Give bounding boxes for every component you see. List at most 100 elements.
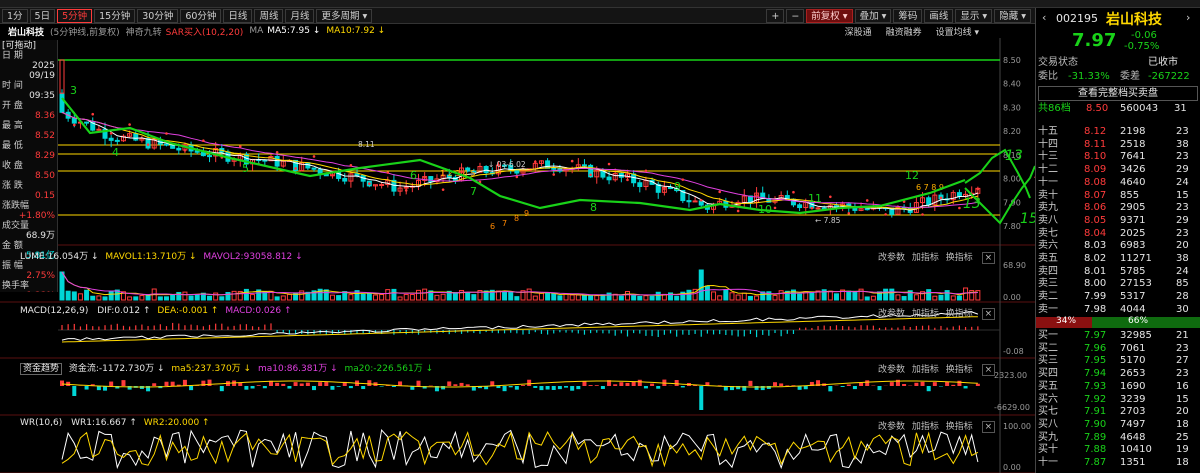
draw-line-button[interactable]: 画线 — [924, 9, 954, 23]
close-icon[interactable]: × — [981, 421, 996, 433]
buy-order-row[interactable]: 买十 7.88 10410 19 — [1036, 444, 1200, 457]
edit-params-button[interactable]: 改参数 — [878, 309, 905, 319]
sar-dot — [109, 132, 113, 135]
sell-order-row[interactable]: 卖十 8.07 855 15 — [1036, 190, 1200, 203]
switch-indicator-button[interactable]: 换指标 — [946, 365, 973, 375]
volume-bar — [385, 289, 391, 301]
order-label: 卖十 — [1038, 189, 1058, 201]
chips-button[interactable]: 筹码 — [893, 9, 923, 23]
buy-order-row[interactable]: 买一 7.97 32985 21 — [1036, 330, 1200, 343]
sell-order-row[interactable]: 卖三 8.00 27153 85 — [1036, 278, 1200, 291]
volume-bar — [108, 290, 114, 301]
close-icon[interactable]: × — [981, 252, 996, 264]
buy-order-row[interactable]: 买七 7.91 2703 20 — [1036, 406, 1200, 419]
sell-order-row[interactable]: 十二 8.09 3426 29 — [1036, 164, 1200, 177]
edit-params-button[interactable]: 改参数 — [878, 253, 905, 263]
close-icon[interactable]: × — [981, 364, 996, 376]
volume-bar — [170, 294, 176, 301]
buy-order-row[interactable]: 买八 7.90 7497 18 — [1036, 419, 1200, 432]
sell-order-row[interactable]: 卖四 8.01 5785 24 — [1036, 266, 1200, 279]
full-order-book-button[interactable]: 查看完整档买卖盘 — [1038, 86, 1198, 101]
fund-bar — [852, 386, 857, 390]
chevron-left-icon[interactable]: ‹ — [1042, 11, 1046, 24]
sz-connect-link[interactable]: 深股通 — [845, 25, 872, 38]
zoom-in-button[interactable]: + — [766, 9, 785, 23]
sell-order-row[interactable]: 卖六 8.03 6983 20 — [1036, 240, 1200, 253]
order-price: 7.99 — [1084, 291, 1107, 303]
buy-order-row[interactable]: 买六 7.92 3239 15 — [1036, 394, 1200, 407]
period-button-5min[interactable]: 5分钟 — [57, 8, 93, 23]
candle-body — [926, 197, 932, 206]
order-vol: 10410 — [1120, 444, 1152, 456]
order-cnt: 38 — [1176, 253, 1189, 264]
period-button-30min[interactable]: 30分钟 — [137, 8, 179, 23]
buy-order-row[interactable]: 十一 7.87 1351 18 — [1036, 457, 1200, 470]
order-vol: 855 — [1120, 189, 1140, 201]
fund-bar — [932, 382, 937, 386]
fund-bar — [643, 386, 648, 389]
add-indicator-button[interactable]: 加指标 — [912, 253, 939, 263]
more-periods-dropdown[interactable]: 更多周期 ▾ — [316, 8, 373, 23]
buy-order-row[interactable]: 买五 7.93 1690 16 — [1036, 381, 1200, 394]
display-dropdown[interactable]: 显示 ▾ — [955, 9, 993, 23]
sell-order-row[interactable]: 十四 8.11 2518 38 — [1036, 139, 1200, 152]
sell-order-row[interactable]: 卖五 8.02 11271 38 — [1036, 253, 1200, 266]
sell-order-row[interactable]: 十五 8.12 2198 23 — [1036, 126, 1200, 139]
buy-order-row[interactable]: 买二 7.96 7061 23 — [1036, 343, 1200, 356]
period-button-month[interactable]: 月线 — [285, 8, 315, 23]
volume-bar — [956, 295, 962, 301]
overlay-dropdown[interactable]: 叠加 ▾ — [854, 9, 892, 23]
buy-order-row[interactable]: 买九 7.89 4648 25 — [1036, 432, 1200, 445]
add-indicator-button[interactable]: 加指标 — [912, 309, 939, 319]
hide-dropdown[interactable]: 隐藏 ▾ — [994, 9, 1031, 23]
fund-bar — [656, 386, 661, 389]
adjust-dropdown[interactable]: 前复权 ▾ — [806, 9, 853, 23]
period-button-5day[interactable]: 5日 — [29, 8, 56, 23]
buy-order-row[interactable]: 买三 7.95 5170 27 — [1036, 355, 1200, 368]
sell-order-row[interactable]: 卖七 8.04 2025 23 — [1036, 228, 1200, 241]
order-label: 卖七 — [1038, 227, 1058, 239]
fund-axis-top: 2323.00 — [994, 371, 1027, 380]
volume-bar — [729, 292, 735, 301]
sell-order-row[interactable]: 卖九 8.06 2905 23 — [1036, 202, 1200, 215]
order-price: 8.10 — [1084, 151, 1107, 163]
sell-order-row[interactable]: 卖一 7.98 4044 30 — [1036, 304, 1200, 317]
drag-tag[interactable]: [可拖动] — [2, 41, 55, 51]
order-price: 8.01 — [1084, 265, 1107, 277]
period-button-day[interactable]: 日线 — [223, 8, 253, 23]
period-button-15min[interactable]: 15分钟 — [94, 8, 136, 23]
sar-dot — [884, 213, 887, 216]
fund-name[interactable]: 资金趋势 — [20, 363, 63, 375]
chevron-right-icon[interactable]: › — [1186, 11, 1190, 24]
order-label: 十一 — [1038, 457, 1058, 468]
edit-params-button[interactable]: 改参数 — [878, 365, 905, 375]
add-indicator-button[interactable]: 加指标 — [912, 365, 939, 375]
fund-bar — [785, 385, 790, 386]
edit-params-button[interactable]: 改参数 — [878, 422, 905, 432]
switch-indicator-button[interactable]: 换指标 — [946, 309, 973, 319]
add-indicator-button[interactable]: 加指标 — [912, 422, 939, 432]
zoom-out-button[interactable]: − — [786, 9, 805, 23]
set-ma-dropdown[interactable]: 设置均线 ▾ — [936, 25, 979, 38]
order-vol: 5785 — [1120, 265, 1146, 277]
candle-body — [342, 177, 348, 182]
candle-body — [207, 155, 213, 158]
sell-order-row[interactable]: 十一 8.08 4640 24 — [1036, 177, 1200, 190]
buy-order-row[interactable]: 买四 7.94 2653 23 — [1036, 368, 1200, 381]
volume-bar — [870, 295, 876, 301]
magic-nine-label[interactable]: 神奇九转 — [126, 25, 162, 38]
sell-order-row[interactable]: 卖二 7.99 5317 28 — [1036, 291, 1200, 304]
margin-trading-link[interactable]: 融资融券 — [886, 25, 922, 38]
macd-axis-bottom: -0.08 — [1003, 347, 1024, 356]
close-icon[interactable]: × — [981, 308, 996, 320]
period-button-week[interactable]: 周线 — [254, 8, 284, 23]
sell-order-row[interactable]: 十三 8.10 7641 23 — [1036, 151, 1200, 164]
sell-order-row[interactable]: 卖八 8.05 9371 29 — [1036, 215, 1200, 228]
order-label: 买九 — [1038, 431, 1058, 443]
switch-indicator-button[interactable]: 换指标 — [946, 422, 973, 432]
price-change-pct: -0.75% — [1124, 41, 1160, 52]
period-button-1min[interactable]: 1分 — [2, 8, 28, 23]
fund-bar — [72, 386, 77, 396]
period-button-60min[interactable]: 60分钟 — [180, 8, 222, 23]
switch-indicator-button[interactable]: 换指标 — [946, 253, 973, 263]
